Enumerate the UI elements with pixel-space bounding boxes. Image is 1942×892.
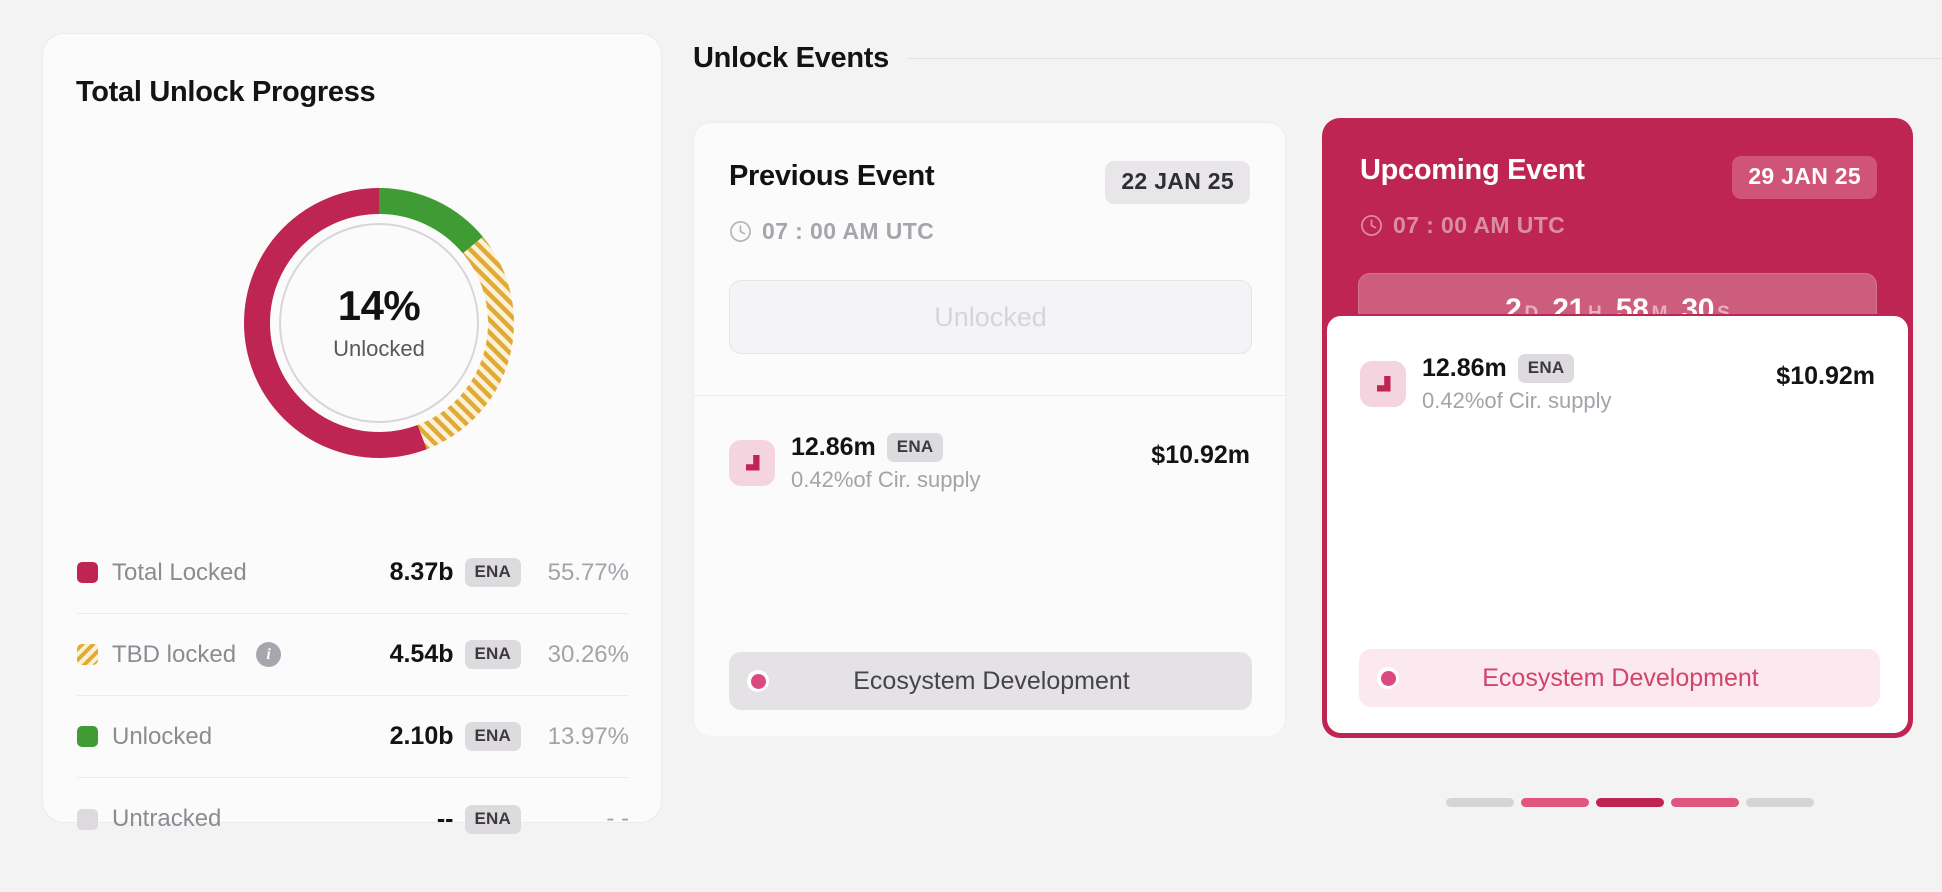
legend-row-tbd-locked[interactable]: TBD locked i 4.54b ENA 30.26%: [77, 614, 629, 696]
previous-event-body: 12.86m ENA 0.42%of Cir. supply $10.92m E…: [694, 395, 1285, 736]
legend-percent: - -: [606, 805, 629, 832]
legend-percent: 13.97%: [547, 722, 629, 750]
previous-event-token-usd: $10.92m: [1151, 441, 1250, 469]
category-dot-icon: [747, 670, 769, 692]
legend-row-total-locked[interactable]: Total Locked 8.37b ENA 55.77%: [77, 532, 629, 614]
token-info: 12.86m ENA 0.42%of Cir. supply: [1422, 354, 1612, 414]
donut-percent-value: 14%: [337, 281, 421, 329]
pagination-bar-2[interactable]: [1521, 798, 1589, 807]
category-dot: [1380, 670, 1396, 686]
token-supply-note: 0.42%of Cir. supply: [1422, 388, 1612, 413]
token-amount-line: 12.86m ENA: [791, 433, 981, 462]
token-amount: 12.86m: [1422, 354, 1507, 382]
legend-swatch-icon: [77, 562, 98, 583]
token-amount-line: 12.86m ENA: [1422, 354, 1612, 383]
ena-logo-glyph: [1377, 376, 1391, 392]
previous-event-category-label: Ecosystem Development: [853, 666, 1130, 695]
pagination-bar-5[interactable]: [1746, 798, 1814, 807]
upcoming-event-card[interactable]: Upcoming Event 29 JAN 25 07 : 00 AM UTC …: [1322, 118, 1913, 738]
unlock-donut-chart: 14% Unlocked: [239, 179, 519, 467]
upcoming-event-token-row: 12.86m ENA 0.42%of Cir. supply: [1360, 354, 1612, 414]
donut-center-label: 14% Unlocked: [239, 179, 519, 467]
events-pagination[interactable]: [1446, 798, 1814, 807]
legend-value: 8.37b: [389, 558, 454, 586]
upcoming-event-body: 12.86m ENA 0.42%of Cir. supply $10.92m E…: [1325, 314, 1910, 735]
legend-percent: 30.26%: [547, 640, 629, 668]
previous-event-time-text: 07 : 00 AM UTC: [762, 218, 935, 244]
legend-row-unlocked[interactable]: Unlocked 2.10b ENA 13.97%: [77, 696, 629, 778]
upcoming-event-time: 07 : 00 AM UTC: [1360, 212, 1565, 239]
previous-event-header: Previous Event 22 JAN 25 07 : 00 AM UTC …: [694, 123, 1285, 395]
clock-icon: [730, 221, 751, 242]
upcoming-event-category-pill[interactable]: Ecosystem Development: [1359, 649, 1880, 707]
legend-value: 2.10b: [389, 722, 454, 750]
pagination-bar-1[interactable]: [1446, 798, 1514, 807]
legend-swatch-icon: [77, 808, 98, 830]
previous-event-token-row: 12.86m ENA 0.42%of Cir. supply: [729, 433, 981, 493]
upcoming-event-category-label: Ecosystem Development: [1482, 663, 1759, 692]
upcoming-event-token-usd: $10.92m: [1776, 362, 1875, 390]
donut-percent-caption: Unlocked: [333, 335, 425, 361]
previous-event-status-button[interactable]: Unlocked: [729, 280, 1252, 354]
upcoming-event-time-text: 07 : 00 AM UTC: [1393, 212, 1566, 238]
previous-event-card[interactable]: Previous Event 22 JAN 25 07 : 00 AM UTC …: [693, 122, 1286, 736]
previous-event-date-chip: 22 JAN 25: [1105, 161, 1250, 204]
legend-swatch-icon: [77, 726, 98, 747]
ena-token-icon: [729, 440, 775, 486]
info-icon[interactable]: i: [256, 642, 282, 667]
pagination-bar-4[interactable]: [1671, 798, 1739, 807]
unlock-legend-table: Total Locked 8.37b ENA 55.77% TBD locked…: [77, 532, 629, 860]
previous-event-category-pill[interactable]: Ecosystem Development: [729, 652, 1252, 710]
legend-swatch-icon: [77, 644, 98, 665]
ena-logo-glyph: [746, 455, 760, 471]
legend-ticker-chip: ENA: [464, 722, 521, 751]
category-dot-icon: [1377, 667, 1399, 689]
unlock-dashboard: Total Unlock Progress 14% Unlocked Total…: [0, 0, 1942, 892]
previous-event-title: Previous Event: [729, 160, 935, 192]
previous-event-time: 07 : 00 AM UTC: [729, 218, 934, 245]
token-ticker-chip: ENA: [1517, 354, 1575, 383]
legend-label: Unlocked: [112, 722, 213, 750]
clock-icon: [1361, 215, 1382, 236]
legend-label: Total Locked: [112, 558, 247, 586]
legend-ticker-chip: ENA: [464, 804, 521, 834]
page-title: Total Unlock Progress: [76, 76, 376, 108]
unlock-events-header: Unlock Events: [693, 42, 1942, 75]
token-amount: 12.86m: [791, 433, 876, 461]
legend-percent: 55.77%: [547, 558, 629, 586]
token-supply-note: 0.42%of Cir. supply: [791, 467, 981, 492]
legend-ticker-chip: ENA: [464, 558, 521, 587]
token-info: 12.86m ENA 0.42%of Cir. supply: [791, 433, 981, 493]
total-unlock-progress-card: Total Unlock Progress 14% Unlocked Total…: [42, 33, 662, 834]
legend-label: TBD locked: [112, 640, 237, 668]
pagination-bar-3-active[interactable]: [1596, 798, 1664, 807]
token-ticker-chip: ENA: [886, 433, 944, 462]
legend-value: --: [436, 804, 454, 833]
legend-ticker-chip: ENA: [464, 640, 521, 669]
legend-label: Untracked: [112, 805, 222, 832]
legend-value: 4.54b: [389, 640, 454, 668]
ena-token-icon: [1360, 361, 1406, 407]
legend-row-untracked[interactable]: Untracked -- ENA - -: [77, 778, 629, 860]
section-title: Unlock Events: [693, 42, 889, 74]
category-dot: [750, 673, 766, 689]
upcoming-event-title: Upcoming Event: [1360, 154, 1585, 186]
upcoming-event-date-chip: 29 JAN 25: [1732, 156, 1877, 199]
header-divider: [906, 58, 1942, 59]
